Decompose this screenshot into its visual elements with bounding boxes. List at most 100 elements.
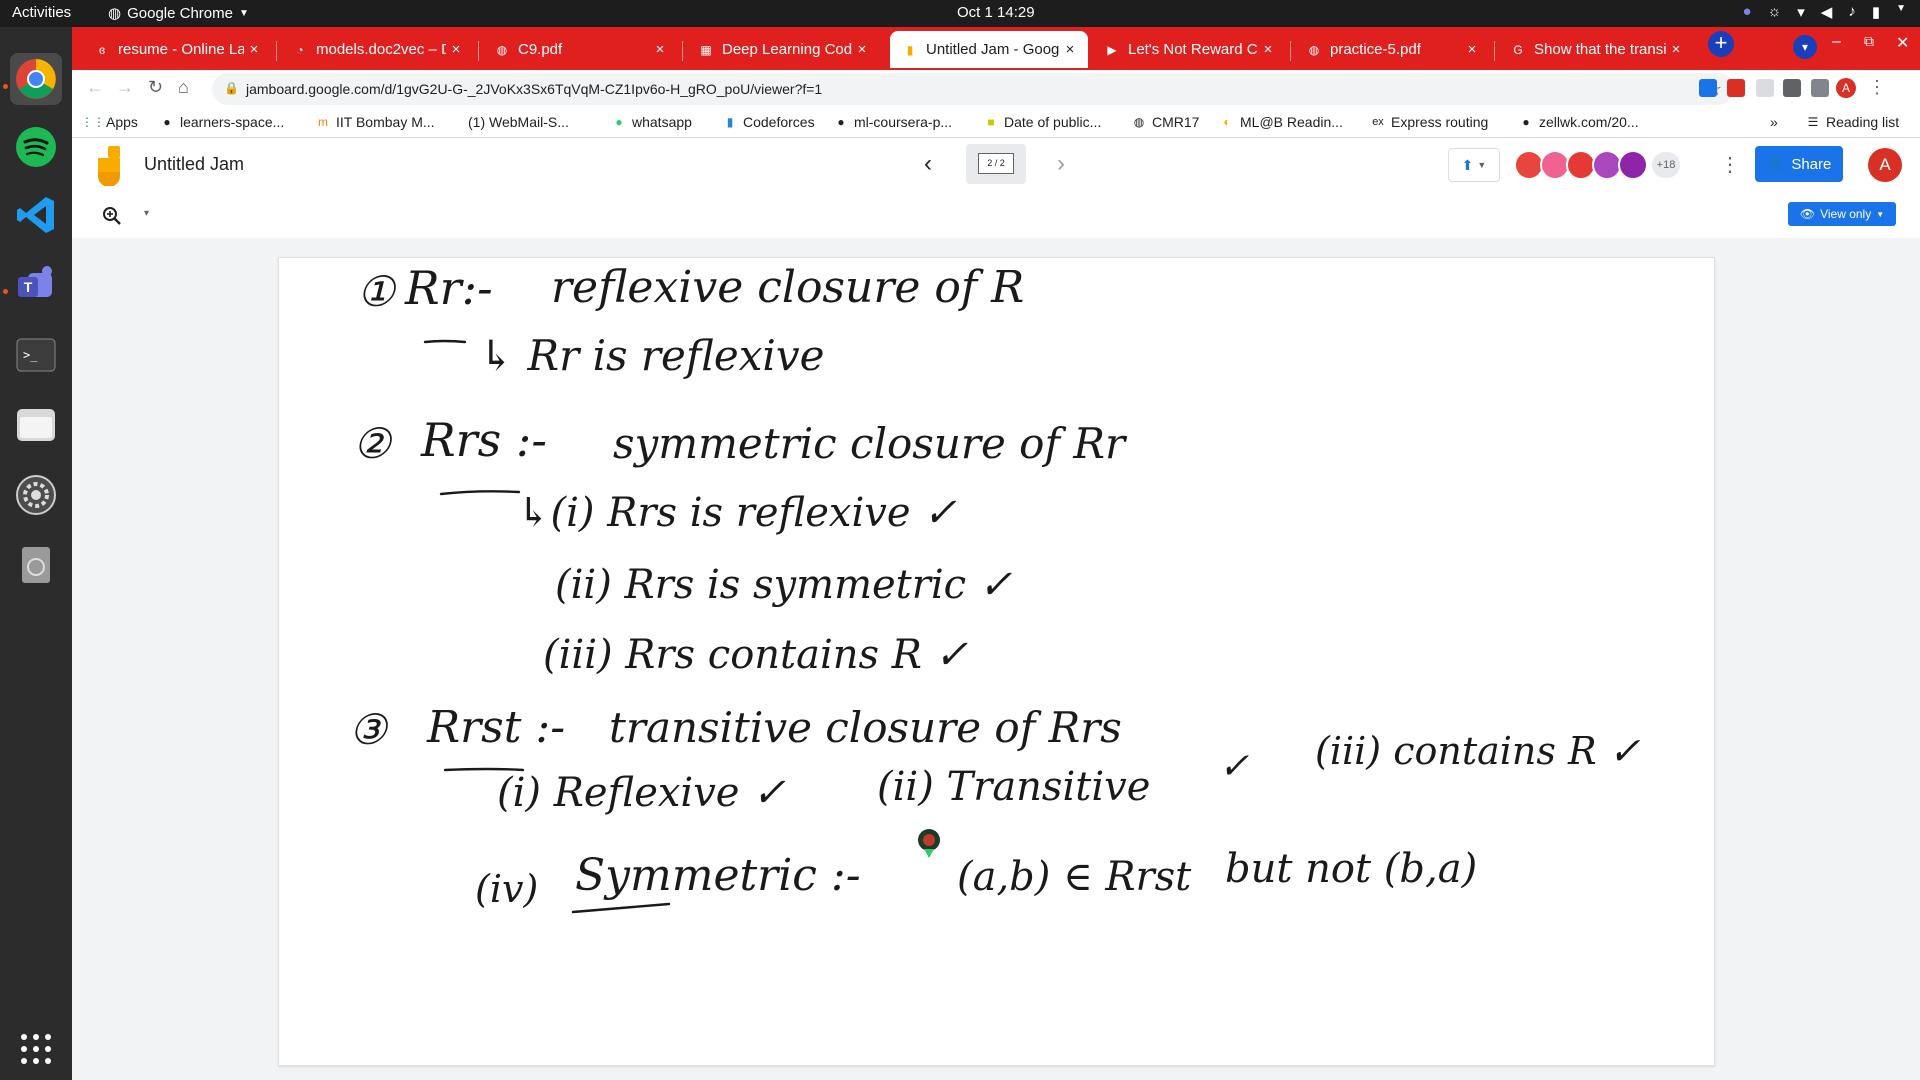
system-tray[interactable]: ● ☼ ▾ ◀ ♪ ▮ ▼ bbox=[1742, 3, 1906, 21]
previous-frame-icon[interactable]: ‹ bbox=[924, 150, 932, 178]
present-button[interactable]: ⬆ ▼ bbox=[1448, 148, 1500, 182]
bookmark-mlb-reading[interactable]: ◐ ML@B Readin... bbox=[1220, 114, 1343, 130]
tab-close-icon[interactable]: × bbox=[446, 41, 466, 58]
tab-untitled-jam[interactable]: ▮ Untitled Jam - Goog × bbox=[890, 31, 1088, 68]
note-rrs-contains-r: (iii) Rrs contains R ✓ bbox=[543, 632, 968, 678]
tab-close-icon[interactable]: × bbox=[1258, 41, 1278, 58]
chrome-menu-icon[interactable]: ⋮ bbox=[1868, 77, 1886, 98]
github-icon: ● bbox=[163, 115, 171, 129]
spotify-dock-icon[interactable] bbox=[10, 121, 62, 173]
jamboard-tab-icon: ▮ bbox=[906, 42, 914, 57]
bookmark-codeforces[interactable]: ▮ Codeforces bbox=[723, 114, 815, 130]
tab-practice-pdf[interactable]: ◍ practice-5.pdf × bbox=[1294, 31, 1490, 68]
date-site-icon: ■ bbox=[987, 115, 995, 129]
tab-close-icon[interactable]: × bbox=[1666, 41, 1686, 58]
extension-red-icon[interactable] bbox=[1727, 79, 1745, 97]
frame-indicator: 2 / 2 bbox=[978, 153, 1014, 174]
terminal-dock-icon[interactable]: >_ bbox=[10, 329, 62, 381]
collaborator-avatar-squirrel[interactable] bbox=[1618, 150, 1648, 180]
tab-close-icon[interactable]: × bbox=[650, 41, 670, 58]
tab-title: Untitled Jam - Goog bbox=[926, 41, 1060, 58]
vscode-dock-icon[interactable] bbox=[10, 189, 62, 241]
teams-tray-icon[interactable]: ● bbox=[1742, 3, 1751, 21]
view-only-button[interactable]: 👁 View only ▼ bbox=[1788, 202, 1896, 226]
bookmark-iit-bombay[interactable]: m IIT Bombay M... bbox=[316, 114, 435, 130]
next-frame-icon[interactable]: › bbox=[1057, 150, 1065, 178]
bookmark-label: CMR17 bbox=[1152, 114, 1200, 130]
reload-icon[interactable]: ↻ bbox=[148, 77, 163, 98]
profile-avatar[interactable]: A bbox=[1836, 78, 1856, 98]
tab-youtube[interactable]: ▶ Let's Not Reward Co × bbox=[1092, 31, 1286, 68]
tab-search-icon[interactable]: ▾ bbox=[1793, 35, 1817, 59]
bookmark-zellwk[interactable]: ● zellwk.com/20... bbox=[1519, 114, 1639, 130]
bookmark-webmail[interactable]: (1) WebMail-S... bbox=[468, 114, 569, 130]
tab-c9-pdf[interactable]: ◍ C9.pdf × bbox=[482, 31, 678, 68]
tab-doc2vec[interactable]: ◔ models.doc2vec – Do × bbox=[280, 31, 474, 68]
jamboard-logo-icon[interactable] bbox=[96, 146, 122, 191]
handwriting-layer: ① Rr:- reflexive closure of R ↳ Rr is re… bbox=[349, 261, 1641, 914]
reading-list-button[interactable]: ☰ Reading list bbox=[1806, 114, 1900, 130]
bookmark-learners-space[interactable]: ● learners-space... bbox=[160, 114, 284, 130]
restore-icon[interactable]: ⧉ bbox=[1864, 33, 1874, 50]
note-transitive-closure: transitive closure of Rrs bbox=[609, 703, 1122, 752]
files-dock-icon[interactable] bbox=[10, 399, 62, 451]
tab-strip: ɞ resume - Online LaTe × ◔ models.doc2ve… bbox=[72, 27, 1920, 70]
bookmark-date-of-public[interactable]: ■ Date of public... bbox=[984, 114, 1101, 130]
bookmarks-overflow-icon[interactable]: » bbox=[1770, 114, 1778, 130]
extension-screencast-icon[interactable] bbox=[1699, 79, 1717, 97]
tab-resume[interactable]: ɞ resume - Online LaTe × bbox=[82, 31, 272, 68]
extensions-puzzle-icon[interactable] bbox=[1783, 79, 1801, 97]
extension-doc-icon[interactable] bbox=[1756, 79, 1774, 97]
minimize-icon[interactable]: – bbox=[1832, 33, 1841, 51]
bookmark-whatsapp[interactable]: ● whatsapp bbox=[612, 114, 692, 130]
zoom-caret-icon[interactable]: ▾ bbox=[144, 208, 149, 219]
jam-frame[interactable]: ① Rr:- reflexive closure of R ↳ Rr is re… bbox=[278, 257, 1715, 1066]
underline-symmetric bbox=[571, 902, 671, 914]
zoom-icon[interactable] bbox=[102, 206, 122, 231]
activities-button[interactable]: Activities bbox=[12, 4, 71, 21]
disk-dock-icon[interactable] bbox=[10, 539, 62, 591]
more-collaborators-badge[interactable]: +18 bbox=[1652, 152, 1680, 178]
bookmark-label: whatsapp bbox=[632, 114, 692, 130]
app-menu[interactable]: ◍ Google Chrome ▼ bbox=[108, 4, 249, 23]
caret-down-icon: ▼ bbox=[238, 7, 249, 19]
share-button[interactable]: 👤 Share bbox=[1755, 146, 1843, 182]
settings-dock-icon[interactable] bbox=[10, 469, 62, 521]
dock: T >_ bbox=[0, 27, 72, 1080]
address-bar[interactable]: 🔒 jamboard.google.com/d/1gvG2U-G-_2JVoKx… bbox=[212, 73, 1734, 105]
whatsapp-icon: ● bbox=[615, 115, 623, 129]
close-window-icon[interactable]: ✕ bbox=[1896, 33, 1909, 53]
jam-title[interactable]: Untitled Jam bbox=[144, 154, 244, 175]
new-tab-button[interactable]: + bbox=[1708, 31, 1734, 57]
lock-icon[interactable]: 🔒 bbox=[224, 81, 239, 95]
bookmark-ml-coursera[interactable]: ● ml-coursera-p... bbox=[834, 114, 952, 130]
bookmark-cmr17[interactable]: ◍ CMR17 bbox=[1132, 114, 1200, 130]
jamboard-header: Untitled Jam ‹ 2 / 2 › ⬆ ▼ +18 ⋮ 👤 Share… bbox=[72, 138, 1920, 194]
account-avatar[interactable]: A bbox=[1868, 148, 1902, 182]
tab-deep-learning[interactable]: ▦ Deep Learning Code × bbox=[686, 31, 880, 68]
bookmark-apps[interactable]: ⋮⋮ Apps bbox=[81, 114, 138, 130]
tab-close-icon[interactable]: × bbox=[244, 41, 264, 58]
app-name: Google Chrome bbox=[127, 4, 233, 22]
forward-icon[interactable]: → bbox=[116, 77, 134, 98]
reading-list-label: Reading list bbox=[1826, 114, 1900, 130]
more-options-icon[interactable]: ⋮ bbox=[1720, 152, 1740, 177]
back-icon[interactable]: ← bbox=[86, 77, 104, 98]
chrome-dock-icon[interactable] bbox=[10, 53, 62, 105]
tab-close-icon[interactable]: × bbox=[1060, 41, 1080, 58]
bookmark-express-routing[interactable]: ex Express routing bbox=[1371, 114, 1488, 130]
mlb-icon: ◐ bbox=[1223, 115, 1231, 129]
tab-show-transitive[interactable]: G Show that the transi × bbox=[1498, 31, 1694, 68]
tab-close-icon[interactable]: × bbox=[1462, 41, 1482, 58]
media-control-icon[interactable] bbox=[1811, 79, 1829, 97]
show-applications-icon[interactable] bbox=[10, 1023, 62, 1075]
bookmark-label: zellwk.com/20... bbox=[1539, 114, 1639, 130]
teams-dock-icon[interactable]: T bbox=[10, 259, 62, 311]
system-menu-caret-icon[interactable]: ▼ bbox=[1896, 3, 1906, 21]
bookmark-label: Date of public... bbox=[1004, 114, 1102, 130]
tab-close-icon[interactable]: × bbox=[852, 41, 872, 58]
clock[interactable]: Oct 1 14:29 bbox=[957, 4, 1035, 21]
youtube-icon: ▶ bbox=[1107, 42, 1117, 57]
frame-bar-button[interactable]: 2 / 2 bbox=[966, 144, 1026, 184]
home-icon[interactable]: ⌂ bbox=[178, 77, 189, 98]
